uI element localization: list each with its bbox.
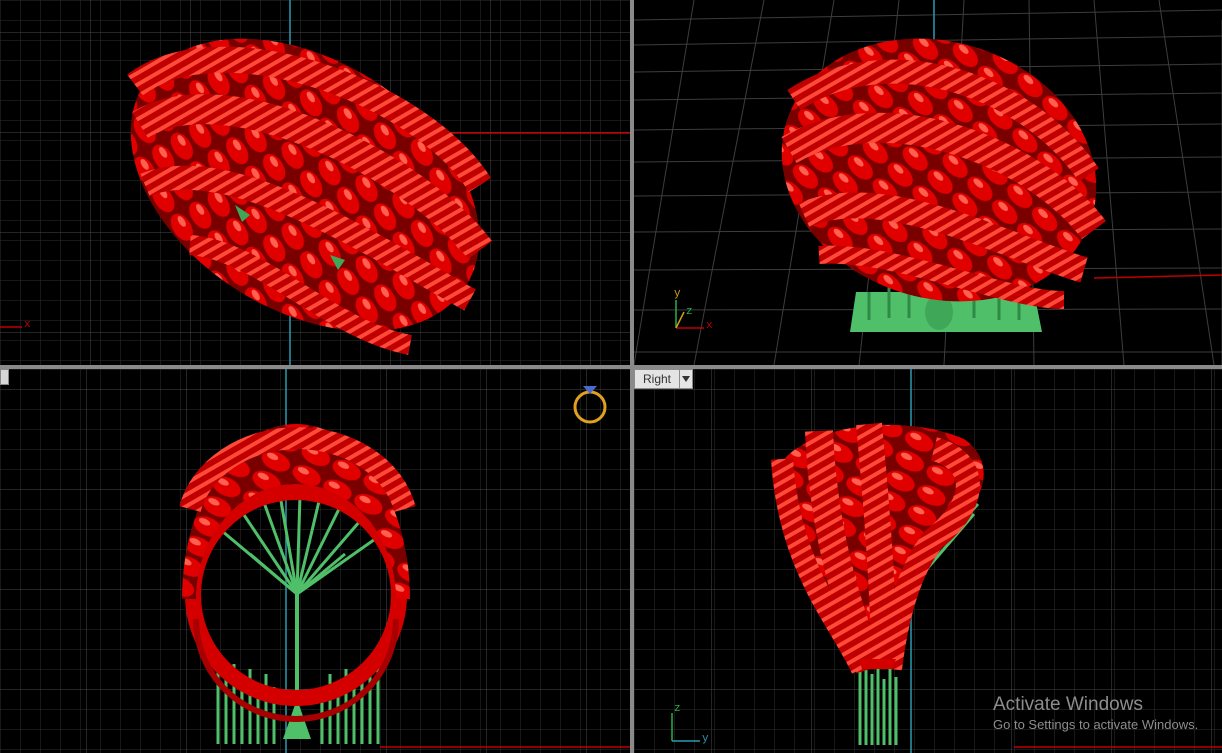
watermark-subtitle: Go to Settings to activate Windows. [993, 717, 1199, 732]
perspective-view-canvas [634, 0, 1222, 365]
right-axis-y-label: y [702, 733, 709, 745]
ring-model-perspective[interactable] [747, 0, 1130, 341]
right-axis-z-label: z [674, 703, 681, 715]
front-viewport-menu[interactable] [0, 369, 9, 385]
right-viewport-title-tab[interactable]: Right [634, 369, 694, 389]
persp-axis-x-label: x [706, 320, 713, 332]
persp-axis-y-label: y [674, 288, 681, 300]
viewport-perspective[interactable]: x y z [634, 0, 1222, 365]
viewport-divider-horizontal[interactable] [0, 365, 1222, 369]
watermark-title: Activate Windows [993, 694, 1143, 715]
top-axis-x-label: x [24, 319, 31, 331]
top-view-canvas [0, 0, 630, 365]
viewport-menu-arrow-icon[interactable] [679, 370, 692, 388]
viewport-front[interactable] [0, 369, 630, 753]
right-viewport-title[interactable]: Right [635, 370, 679, 388]
viewport-top[interactable]: x [0, 0, 630, 365]
persp-axis-z-label: z [686, 306, 693, 318]
activate-windows-watermark: Activate Windows Go to Settings to activ… [993, 694, 1198, 734]
front-view-canvas [0, 369, 630, 753]
